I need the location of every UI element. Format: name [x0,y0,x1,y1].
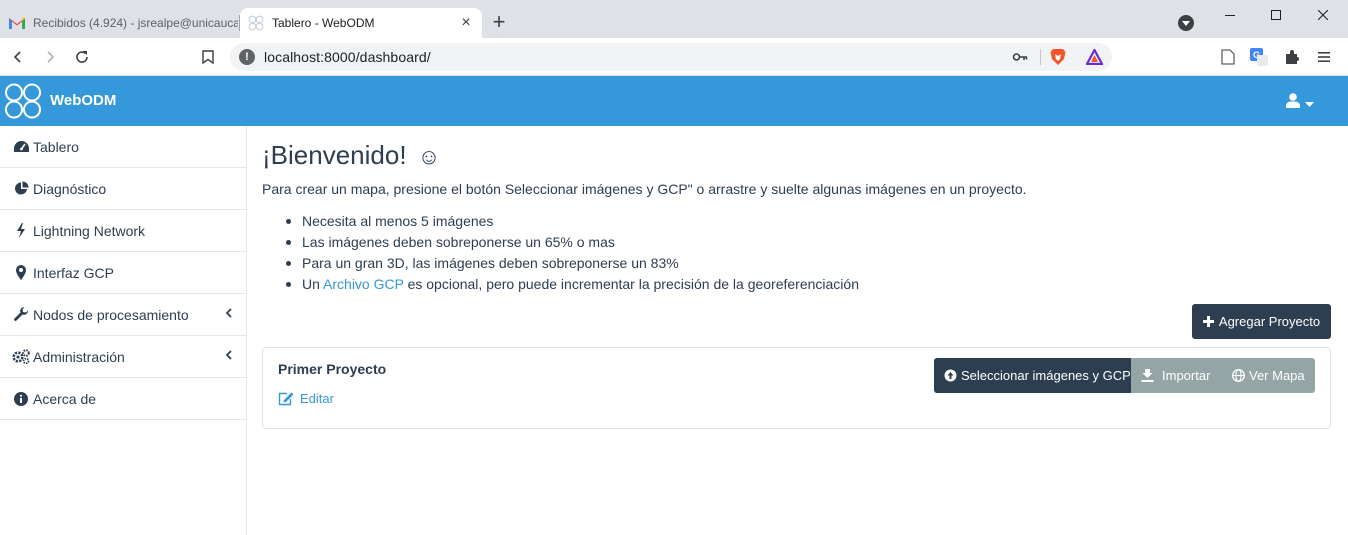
project-actions: Seleccionar imágenes y GCP Importar Ver … [934,358,1315,393]
sidebar-item-label: Lightning Network [33,222,146,239]
url-text: localhost:8000/dashboard/ [264,49,431,65]
sidebar-item-label: Nodos de procesamiento [33,306,189,323]
edit-icon [278,392,294,406]
plus-icon [1202,314,1214,330]
close-tab-icon[interactable]: × [456,13,476,33]
sidebar-item-lightning-network[interactable]: Lightning Network [0,210,246,252]
menu-icon[interactable] [1312,45,1336,69]
sidebar-item-label: Administración [33,348,125,365]
map-marker-icon [12,265,30,281]
chevron-left-icon [225,307,232,321]
sidebar-item-label: Tablero [33,138,79,155]
globe-icon [1232,369,1245,382]
intro-text: Para crear un mapa, presione el botón Se… [262,181,1027,197]
browser-tabstrip: Recibidos (4.924) - jsrealpe@unicauca Ta… [0,0,1348,38]
page-title: ¡Bienvenido! ☺ [262,140,440,171]
app-navbar: WebODM [0,76,1348,126]
browser-tab-gmail[interactable]: Recibidos (4.924) - jsrealpe@unicauca [0,8,238,38]
add-project-button[interactable]: Agregar Proyecto [1192,304,1331,339]
chevron-left-icon [225,349,232,363]
browser-tab-title: Recibidos (4.924) - jsrealpe@unicauca [33,16,238,30]
sidebar-item-label: Acerca de [33,390,97,407]
brand-name[interactable]: WebODM [50,92,116,109]
import-button[interactable]: Importar [1131,358,1223,393]
edit-project-link[interactable]: Editar [278,391,334,406]
sidebar: Tablero Diagnóstico Lightning Network In… [0,126,247,535]
project-card: Primer Proyecto Editar Seleccionar imáge… [262,347,1331,429]
key-icon[interactable] [1012,49,1028,70]
wrench-icon [12,307,30,323]
gmail-icon [9,15,25,31]
list-item: Un Archivo GCP es opcional, pero puede i… [286,274,859,295]
smile-icon: ☺ [417,144,441,169]
bookmark-icon[interactable] [196,45,220,69]
caret-down-icon [1305,94,1314,112]
browser-toolbar: ! localhost:8000/dashboard/ G [0,38,1348,76]
upload-circle-icon [944,369,957,382]
webodm-icon [248,15,264,31]
sidebar-item-acerca-de[interactable]: Acerca de [0,378,246,420]
welcome-heading: ¡Bienvenido! [262,140,407,170]
gcp-prefix: Un [302,276,320,292]
requirements-list: Necesita al menos 5 imágenes Las imágene… [286,211,859,295]
browser-tab-title: Tablero - WebODM [272,16,375,30]
cogs-icon [12,349,30,365]
sidebar-item-nodos-de-procesamiento[interactable]: Nodos de procesamiento [0,294,246,336]
maximize-icon[interactable] [1253,0,1299,30]
address-bar[interactable]: ! localhost:8000/dashboard/ [230,43,1112,71]
dashboard-icon [12,139,30,155]
select-images-label: Seleccionar imágenes y GCP [961,368,1131,383]
webodm-logo-icon[interactable] [4,83,42,124]
tab-search-icon[interactable] [1178,15,1194,31]
minimize-icon[interactable] [1207,0,1253,30]
view-map-label: Ver Mapa [1249,368,1305,383]
sidebar-item-label: Interfaz GCP [33,264,114,281]
omnibox-separator [1040,49,1041,65]
close-window-icon[interactable] [1300,0,1346,30]
browser-tab-webodm[interactable]: Tablero - WebODM × [240,8,482,38]
sidebar-item-label: Diagnóstico [33,180,107,197]
brave-rewards-icon[interactable] [1085,47,1104,70]
view-map-button[interactable]: Ver Mapa [1223,358,1315,393]
select-images-button[interactable]: Seleccionar imágenes y GCP [934,358,1131,393]
back-icon[interactable] [6,45,30,69]
edit-label: Editar [300,391,334,406]
translate-icon[interactable]: G [1247,45,1271,69]
list-item: Para un gran 3D, las imágenes deben sobr… [286,253,859,274]
list-item: Las imágenes deben sobreponerse un 65% o… [286,232,859,253]
import-label: Importar [1162,368,1211,383]
import-icon [1141,369,1154,382]
reading-list-icon[interactable] [1216,45,1240,69]
project-name[interactable]: Primer Proyecto [278,361,386,377]
bolt-icon [12,223,30,239]
site-info-icon[interactable]: ! [239,49,255,65]
gcp-suffix: es opcional, pero puede incrementar la p… [407,276,859,292]
extensions-icon[interactable] [1280,45,1304,69]
add-project-label: Agregar Proyecto [1218,314,1321,329]
sidebar-item-tablero[interactable]: Tablero [0,126,246,168]
gcp-file-link[interactable]: Archivo GCP [323,276,404,292]
brave-shields-icon[interactable] [1050,48,1066,71]
info-circle-icon [12,391,30,407]
user-icon [1286,93,1300,113]
pie-chart-icon [12,181,30,197]
user-menu[interactable] [1286,93,1314,113]
sidebar-item-administracion[interactable]: Administración [0,336,246,378]
sidebar-item-diagnostico[interactable]: Diagnóstico [0,168,246,210]
reload-icon[interactable] [70,45,94,69]
list-item: Necesita al menos 5 imágenes [286,211,859,232]
forward-icon[interactable] [38,45,62,69]
new-tab-icon[interactable]: + [488,11,510,34]
sidebar-item-interfaz-gcp[interactable]: Interfaz GCP [0,252,246,294]
